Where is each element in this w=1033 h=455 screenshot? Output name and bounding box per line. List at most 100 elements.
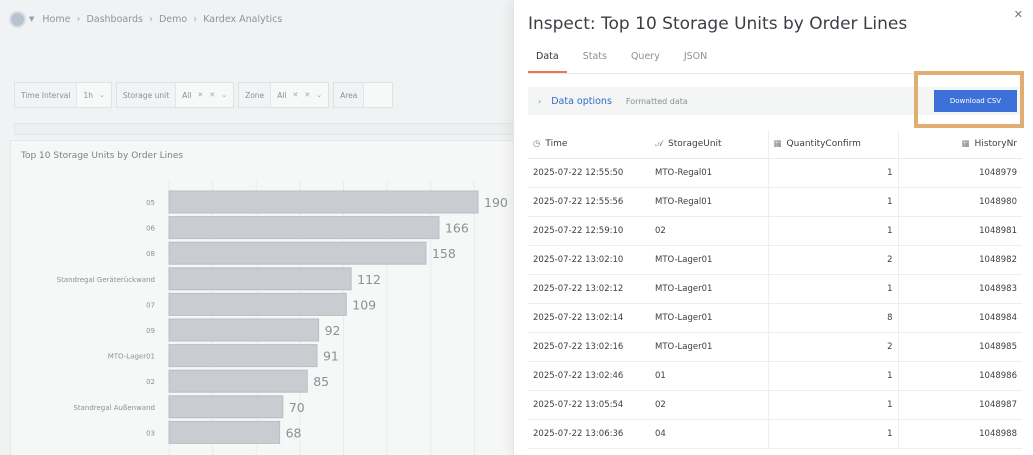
category-label: 09 — [146, 327, 155, 335]
bar-value-label: 92 — [325, 323, 341, 338]
column-header-quantityconfirm[interactable]: ▦ QuantityConfirm — [767, 130, 898, 159]
chevron-right-icon[interactable]: › — [538, 97, 541, 106]
inspect-tabs: Data Stats Query JSON — [528, 48, 723, 73]
text-field-icon: 𝒜 — [655, 138, 664, 149]
cell-quantityconfirm: 1 — [767, 158, 898, 188]
column-label: Time — [545, 138, 568, 149]
table-row: 2025-07-22 13:02:10 MTO-Lager01 2 1048982 — [528, 245, 1022, 275]
category-label: MTO-Lager01 — [108, 353, 155, 361]
column-header-storageunit[interactable]: 𝒜 StorageUnit — [650, 130, 768, 159]
chevron-down-icon: ⌄ — [316, 91, 323, 99]
chevron-right-icon: › — [76, 13, 81, 25]
bar-value-label: 85 — [313, 374, 329, 389]
filter-area[interactable]: Area — [333, 82, 394, 108]
cell-time: 2025-07-22 13:02:12 — [528, 274, 650, 304]
category-label: 05 — [146, 199, 155, 207]
filter-time-interval[interactable]: Time Interval 1h ⌄ — [14, 82, 112, 108]
table-body: 2025-07-22 12:55:50 MTO-Regal01 1 1048979 20… — [528, 158, 1022, 449]
bar-value-label: 109 — [352, 297, 376, 312]
cell-time: 2025-07-22 13:02:46 — [528, 361, 650, 391]
chevron-right-icon: › — [193, 13, 198, 25]
cell-time: 2025-07-22 13:05:54 — [528, 390, 650, 420]
variable-filter-bar: Time Interval 1h ⌄ Storage unit All ✕ ✕ ⌄ Zo… — [14, 80, 534, 110]
data-table: ◷ Time 𝒜 StorageUnit ▦ QuantityConfirm ▦ His… — [528, 130, 1022, 449]
table-row: 2025-07-22 12:55:50 MTO-Regal01 1 1048979 — [528, 158, 1022, 188]
cell-storageunit: MTO-Lager01 — [650, 245, 768, 275]
column-label: HistoryNr — [974, 138, 1017, 149]
bar[interactable] — [168, 344, 318, 368]
cell-time: 2025-07-22 13:02:14 — [528, 303, 650, 333]
cell-time: 2025-07-22 13:06:36 — [528, 419, 650, 449]
clear-icon[interactable]: ✕ — [304, 91, 310, 99]
column-header-time[interactable]: ◷ Time — [528, 130, 650, 159]
bar-value-label: 70 — [289, 400, 305, 415]
cell-storageunit: 04 — [650, 419, 768, 449]
cell-historynr: 1048982 — [897, 245, 1022, 275]
category-label: 08 — [146, 250, 155, 258]
breadcrumb: Home › Dashboards › Demo › Kardex Analyt… — [42, 14, 282, 25]
filter-zone[interactable]: Zone All ✕ ✕ ⌄ — [238, 82, 330, 108]
breadcrumb-dashboards[interactable]: Dashboards — [86, 14, 143, 25]
chevron-down-icon: ⌄ — [99, 91, 105, 99]
breadcrumb-demo[interactable]: Demo — [159, 14, 187, 25]
bar-value-label: 166 — [445, 221, 469, 236]
column-header-historynr[interactable]: ▦ HistoryNr — [897, 130, 1022, 159]
tab-data[interactable]: Data — [528, 48, 567, 73]
remove-icon[interactable]: ✕ — [197, 91, 203, 99]
bar[interactable] — [168, 369, 308, 393]
panel-title: Top 10 Storage Units by Order Lines — [21, 151, 184, 161]
cell-historynr: 1048979 — [897, 158, 1022, 188]
cell-quantityconfirm: 2 — [767, 332, 898, 362]
bar-value-label: 190 — [484, 195, 508, 210]
category-label: Standregal Geräterückwand — [57, 276, 155, 284]
cell-quantityconfirm: 1 — [767, 419, 898, 449]
filter-label: Area — [334, 83, 365, 107]
tab-query[interactable]: Query — [623, 48, 668, 73]
data-table-wrap: ◷ Time 𝒜 StorageUnit ▦ QuantityConfirm ▦ His… — [528, 130, 1022, 449]
bar-value-label: 91 — [323, 349, 339, 364]
table-header-row: ◷ Time 𝒜 StorageUnit ▦ QuantityConfirm ▦ His… — [528, 130, 1022, 159]
chevron-down-icon[interactable]: ▼ — [29, 15, 34, 23]
bar[interactable] — [168, 216, 440, 240]
clear-icon[interactable]: ✕ — [209, 91, 215, 99]
bar[interactable] — [168, 292, 347, 316]
table-field-icon: ▦ — [773, 138, 782, 149]
bar[interactable] — [168, 267, 352, 291]
bar[interactable] — [168, 241, 427, 265]
tab-stats[interactable]: Stats — [575, 48, 615, 73]
cell-time: 2025-07-22 13:02:10 — [528, 245, 650, 275]
table-row: 2025-07-22 13:06:36 04 1 1048988 — [528, 419, 1022, 449]
row-divider — [14, 123, 534, 135]
cell-quantityconfirm: 8 — [767, 303, 898, 333]
data-options-toggle[interactable]: Data options — [551, 96, 612, 107]
cell-storageunit: 01 — [650, 361, 768, 391]
bar[interactable] — [168, 318, 320, 342]
bar[interactable] — [168, 190, 479, 214]
bar-chart: 05 190 06 166 08 158 Standregal Geräterückwand… — [57, 181, 519, 455]
chevron-right-icon: › — [148, 13, 153, 25]
cell-storageunit: MTO-Regal01 — [650, 158, 768, 188]
breadcrumb-home[interactable]: Home — [42, 14, 70, 25]
close-icon[interactable]: ✕ — [1014, 8, 1023, 21]
cell-historynr: 1048988 — [897, 419, 1022, 449]
grafana-logo-icon[interactable] — [9, 10, 26, 28]
bar-chart-panel: 05 190 06 166 08 158 Standregal Geräterückwand… — [10, 140, 540, 455]
filter-storage-unit[interactable]: Storage unit All ✕ ✕ ⌄ — [115, 82, 235, 108]
download-csv-button[interactable]: Download CSV — [934, 90, 1017, 112]
bar[interactable] — [168, 395, 284, 419]
category-label: 03 — [146, 429, 155, 437]
data-options-summary: Formatted data — [625, 96, 688, 106]
breadcrumb-current: Kardex Analytics — [203, 13, 283, 25]
cell-historynr: 1048985 — [897, 332, 1022, 362]
cell-quantityconfirm: 1 — [767, 390, 898, 420]
cell-storageunit: MTO-Lager01 — [650, 274, 768, 304]
chevron-down-icon: ⌄ — [221, 91, 228, 99]
table-row: 2025-07-22 12:55:56 MTO-Regal01 1 1048980 — [528, 187, 1022, 217]
bar[interactable] — [168, 420, 281, 444]
bar-value-label: 158 — [432, 246, 456, 261]
filter-value: All — [277, 90, 287, 100]
tab-json[interactable]: JSON — [676, 48, 715, 73]
cell-quantityconfirm: 2 — [767, 245, 898, 275]
remove-icon[interactable]: ✕ — [293, 91, 299, 99]
cell-storageunit: MTO-Lager01 — [650, 303, 768, 333]
